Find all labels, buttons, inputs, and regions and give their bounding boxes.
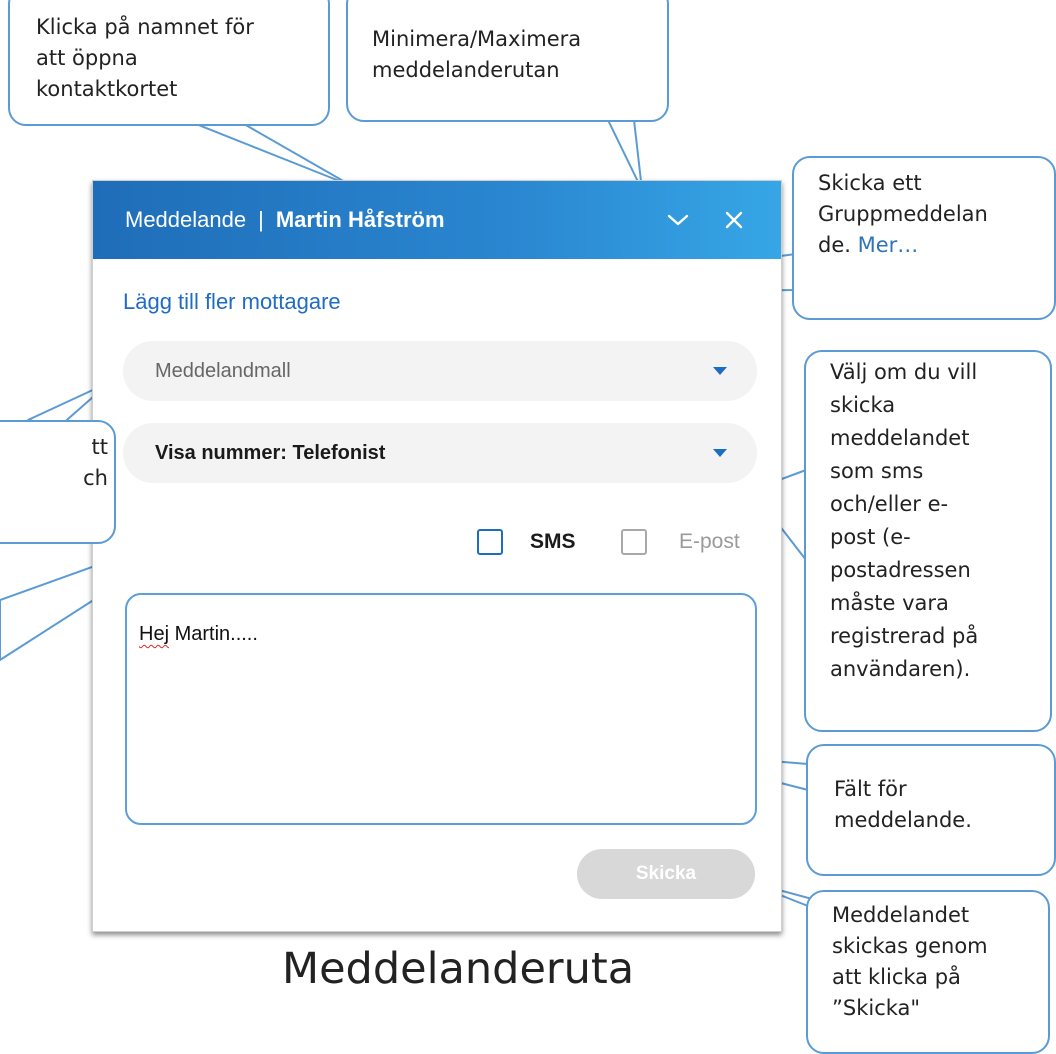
callout-group-message: Skicka ett Gruppmeddelan de. Mer… bbox=[792, 156, 1056, 320]
callout-line: ch bbox=[83, 466, 108, 490]
callout-line: postadressen bbox=[830, 558, 971, 582]
callout-line: registrerad på bbox=[830, 624, 979, 648]
contact-name-link[interactable]: Martin Håfström bbox=[276, 207, 445, 233]
template-select-value: Meddelandmall bbox=[155, 359, 291, 382]
callout-line: Fält för bbox=[834, 777, 907, 801]
callout-line: post (e- bbox=[830, 525, 911, 549]
callout-message-field: Fält för meddelande. bbox=[806, 744, 1056, 876]
callout-line: Gruppmeddelan bbox=[818, 202, 988, 226]
callout-line: Välj om du vill bbox=[830, 360, 978, 384]
dialog-titlebar: Meddelande | Martin Håfström bbox=[93, 181, 781, 259]
callout-line: tt bbox=[91, 435, 108, 459]
callout-line: Klicka på namnet för bbox=[36, 15, 254, 39]
callout-line: måste vara bbox=[830, 591, 949, 615]
add-recipients-link[interactable]: Lägg till fler mottagare bbox=[123, 289, 341, 315]
sms-checkbox-label[interactable]: SMS bbox=[530, 530, 576, 554]
dialog-title: Meddelande bbox=[125, 207, 247, 232]
callout-choose-channel: Välj om du vill skicka meddelandet som s… bbox=[804, 350, 1052, 732]
dropdown-caret-icon bbox=[713, 449, 727, 457]
callout-line: ”Skicka" bbox=[832, 996, 921, 1020]
dropdown-caret-icon bbox=[713, 367, 727, 375]
leader-name bbox=[195, 123, 353, 187]
callout-line: Minimera/Maximera bbox=[372, 27, 582, 51]
callout-line-prefix: de. bbox=[818, 233, 858, 257]
message-textarea[interactable]: Hej Martin..... bbox=[125, 593, 757, 825]
callout-line: och/eller e- bbox=[830, 492, 949, 516]
message-text-misspelled-word: Hej bbox=[139, 623, 170, 645]
callout-line: Meddelandet bbox=[832, 903, 970, 927]
sms-checkbox[interactable] bbox=[477, 529, 503, 555]
callout-line: meddelandet bbox=[830, 426, 970, 450]
callout-line: skicka bbox=[830, 393, 896, 417]
chevron-down-icon[interactable] bbox=[661, 203, 695, 237]
callout-line: meddelanderutan bbox=[372, 58, 560, 82]
email-checkbox[interactable] bbox=[621, 529, 647, 555]
callout-line: att öppna bbox=[36, 46, 138, 70]
title-separator: | bbox=[258, 207, 264, 232]
callout-line: meddelande. bbox=[834, 808, 972, 832]
close-icon[interactable] bbox=[717, 203, 751, 237]
caller-number-select[interactable]: Visa nummer: Telefonist bbox=[123, 423, 757, 483]
more-link[interactable]: Mer… bbox=[858, 233, 919, 257]
caller-number-value: Visa nummer: Telefonist bbox=[155, 441, 386, 464]
callout-send: Meddelandet skickas genom att klicka på … bbox=[806, 890, 1050, 1054]
callout-template-partial: tt ch bbox=[0, 420, 116, 544]
email-checkbox-label[interactable]: E-post bbox=[679, 530, 740, 554]
callout-line: som sms bbox=[830, 459, 924, 483]
message-text: Martin..... bbox=[169, 623, 258, 645]
callout-line: kontaktkortet bbox=[36, 77, 178, 101]
callout-line: användaren). bbox=[830, 657, 971, 681]
figure-caption: Meddelanderuta bbox=[282, 944, 635, 994]
send-button[interactable]: Skicka bbox=[577, 849, 755, 899]
callout-minimize: Minimera/Maximera meddelanderutan bbox=[346, 0, 669, 122]
callout-line: skickas genom bbox=[832, 934, 988, 958]
message-dialog: Meddelande | Martin Håfström Lägg till f… bbox=[92, 180, 782, 932]
callout-line: att klicka på bbox=[832, 965, 961, 989]
template-select[interactable]: Meddelandmall bbox=[123, 341, 757, 401]
callout-contact-name: Klicka på namnet för att öppna kontaktko… bbox=[8, 0, 330, 126]
callout-line: Skicka ett bbox=[818, 171, 922, 195]
callout-line-last: de. Mer… bbox=[818, 230, 1048, 261]
